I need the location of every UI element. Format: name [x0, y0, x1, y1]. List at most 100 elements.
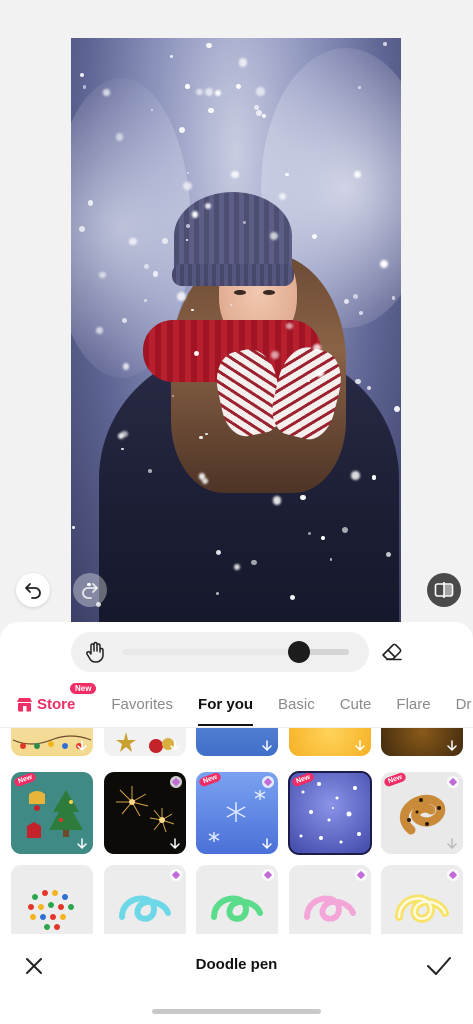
brush-size-slider[interactable] — [123, 641, 349, 663]
sticker-tile[interactable] — [381, 728, 463, 756]
hand-gesture-icon[interactable] — [83, 640, 107, 664]
snowflake — [143, 264, 149, 270]
snowflake — [231, 171, 239, 179]
tab-partial[interactable]: Dr — [456, 696, 472, 713]
download-icon — [262, 740, 272, 752]
premium-icon — [447, 869, 459, 881]
snowflake — [271, 351, 279, 360]
snowflake — [170, 55, 174, 59]
premium-icon — [170, 869, 182, 881]
photo-preview[interactable] — [71, 38, 401, 622]
snowflake — [354, 171, 362, 178]
tab-cute[interactable]: Cute — [340, 696, 372, 713]
snowflake — [250, 427, 256, 433]
snowflake — [393, 406, 400, 413]
snowflake — [351, 471, 360, 480]
sticker-tile-yellow-swirl[interactable] — [381, 865, 463, 934]
snowflake — [256, 87, 265, 96]
premium-icon — [447, 776, 459, 788]
premium-icon — [262, 869, 274, 881]
sticker-tile-snow-selected[interactable]: New — [288, 771, 372, 855]
tab-favorites[interactable]: Favorites — [111, 696, 173, 713]
doodle-pen-panel: Store New Favorites For you Basic Cute F… — [0, 622, 473, 1024]
snowflake — [359, 311, 363, 315]
confetti-dots-icon — [28, 890, 74, 930]
sticker-tile-christmas[interactable]: New — [11, 772, 93, 854]
editor-canvas — [0, 0, 473, 622]
bottom-action-bar: Doodle pen — [0, 934, 473, 1024]
premium-icon — [170, 776, 182, 788]
eye — [263, 290, 275, 295]
sticker-tile-green-swirl[interactable] — [196, 865, 278, 934]
snowflake — [183, 181, 192, 190]
sticker-tile-pink-swirl[interactable] — [289, 865, 371, 934]
checkmark-icon[interactable] — [425, 954, 453, 978]
snowflake — [214, 89, 221, 96]
snowflake — [311, 233, 318, 240]
snowflake — [255, 109, 262, 116]
snowflake — [382, 42, 387, 46]
snowflake — [358, 86, 361, 89]
sticker-tile[interactable] — [11, 728, 93, 756]
download-icon — [355, 740, 365, 752]
download-icon — [447, 740, 457, 752]
sticker-tile[interactable] — [289, 728, 371, 756]
snowflake — [208, 107, 215, 114]
snowflake — [261, 114, 266, 119]
panel-title: Doodle pen — [195, 956, 278, 973]
snowflake — [286, 322, 293, 330]
snowflake — [152, 271, 159, 277]
snowflake — [251, 560, 257, 566]
snowflake — [238, 58, 248, 68]
download-icon — [262, 838, 272, 850]
sticker-tile-snowflakes[interactable]: New — [196, 772, 278, 854]
snowflake — [315, 368, 324, 377]
snowflake — [206, 42, 212, 49]
eraser-icon[interactable] — [379, 638, 405, 664]
snowflake — [366, 385, 372, 390]
snowflake — [236, 83, 242, 89]
store-icon — [17, 698, 32, 712]
undo-button[interactable] — [16, 573, 50, 607]
sticker-tile[interactable] — [104, 728, 186, 756]
sticker-tile-leopard[interactable]: New — [381, 772, 463, 854]
compare-button[interactable] — [427, 573, 461, 607]
beanie-rib — [172, 264, 294, 286]
category-tabs: Store New Favorites For you Basic Cute F… — [0, 682, 473, 728]
tab-for-you[interactable]: For you — [198, 696, 254, 726]
sticker-tile-confetti[interactable] — [11, 865, 93, 934]
snowflake — [341, 527, 348, 533]
snowflake — [352, 293, 358, 300]
sticker-tile-cyan-swirl[interactable] — [104, 865, 186, 934]
snowflake — [185, 224, 190, 229]
tab-flare[interactable]: Flare — [396, 696, 430, 713]
sticker-tile[interactable] — [196, 728, 278, 756]
snowflake — [99, 271, 106, 279]
snowflake — [355, 378, 361, 384]
snowflake — [191, 308, 194, 312]
undo-icon — [25, 583, 41, 599]
snowflake — [272, 496, 282, 505]
store-tab[interactable]: Store New — [16, 683, 97, 713]
snowflake — [103, 89, 110, 96]
snowflake — [161, 238, 168, 244]
home-indicator — [152, 1009, 321, 1014]
slider-handle[interactable] — [288, 641, 311, 663]
snowflake — [148, 468, 152, 473]
tab-basic[interactable]: Basic — [278, 696, 315, 713]
snowflake — [71, 526, 76, 530]
snowflake — [215, 592, 219, 596]
snowflake — [178, 127, 185, 133]
brush-size-bar — [71, 632, 369, 672]
snowflake — [150, 108, 154, 111]
download-icon — [170, 740, 180, 752]
download-icon — [77, 740, 87, 752]
snowflake — [241, 368, 245, 372]
download-icon — [447, 838, 457, 850]
redo-button[interactable] — [73, 573, 107, 607]
compare-icon — [434, 582, 454, 598]
snowflake — [186, 171, 190, 174]
snowflake — [198, 473, 206, 480]
premium-icon — [355, 869, 367, 881]
sticker-tile-fireworks[interactable] — [104, 772, 186, 854]
